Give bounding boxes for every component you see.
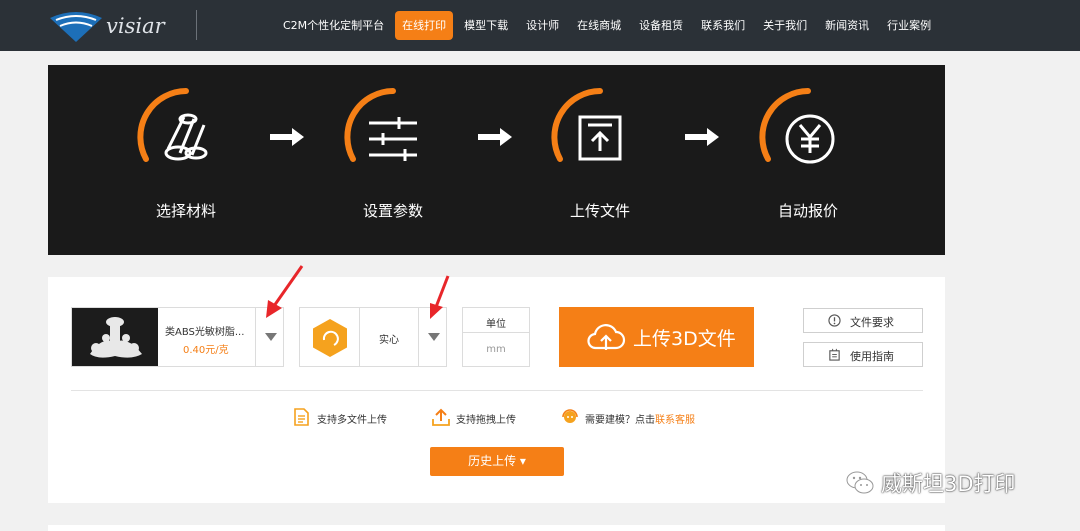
material-name: 类ABS光敏树脂... <box>165 327 245 338</box>
material-thumbnail <box>72 308 158 366</box>
chevron-down-icon <box>265 333 277 341</box>
feature-modeling-label: 需要建模？点击联系客服 <box>585 411 695 426</box>
next-section-edge <box>48 525 945 531</box>
step-label: 设置参数 <box>362 202 423 220</box>
step-label: 自动报价 <box>777 202 838 220</box>
multi-file-icon <box>294 408 309 426</box>
user-guide-button[interactable]: 使用指南 <box>803 342 923 367</box>
step-upload-file: 上传文件 <box>520 65 680 255</box>
file-requirements-label: 文件要求 <box>850 316 894 329</box>
material-selector[interactable]: 类ABS光敏树脂... 0.40元/克 <box>71 307 284 367</box>
yen-icon <box>759 88 835 164</box>
nav-item-contact[interactable]: 联系我们 <box>694 11 752 40</box>
upload-3d-file-button[interactable]: 上传3D文件 <box>559 307 754 367</box>
step-arrow-icon <box>685 128 719 146</box>
guide-icon <box>829 348 840 361</box>
file-requirements-button[interactable]: 文件要求 <box>803 308 923 333</box>
contact-service-link[interactable]: 联系客服 <box>655 415 695 426</box>
step-arrow-icon <box>270 128 304 146</box>
annotation-arrow-icon <box>430 275 450 319</box>
watermark: 威斯坦3D打印 <box>845 466 1016 500</box>
customer-service-icon <box>562 409 578 423</box>
top-navbar: visiar C2M个性化定制平台 在线打印 模型下载 设计师 在线商城 设备租… <box>0 0 1080 51</box>
upload-3d-file-label: 上传3D文件 <box>633 328 736 350</box>
nav-item-designer[interactable]: 设计师 <box>519 11 566 40</box>
info-icon <box>828 314 841 327</box>
cloud-upload-icon <box>587 324 626 350</box>
feature-multi-file-label: 支持多文件上传 <box>317 415 387 426</box>
upload-panel: 类ABS光敏树脂... 0.40元/克 实心 单位 mm 上传3D文件 文件要求… <box>48 277 945 503</box>
unit-field[interactable]: mm <box>463 332 529 366</box>
watermark-text: 威斯坦3D打印 <box>881 472 1016 496</box>
sliders-icon <box>344 88 417 162</box>
feature-drag-upload-label: 支持拖拽上传 <box>456 415 516 426</box>
annotation-arrow-icon <box>266 265 304 318</box>
nav-item-online-print[interactable]: 在线打印 <box>395 11 454 40</box>
nav-item-equipment-rental[interactable]: 设备租赁 <box>632 11 690 40</box>
nav-item-c2m[interactable]: C2M个性化定制平台 <box>276 11 391 40</box>
unit-title: 单位 <box>486 319 506 330</box>
nav-item-about[interactable]: 关于我们 <box>756 11 814 40</box>
unit-selector: 单位 mm <box>462 307 530 367</box>
user-guide-label: 使用指南 <box>850 350 894 363</box>
step-select-material: 选择材料 <box>106 65 266 255</box>
material-price: 0.40元/克 <box>183 345 229 356</box>
step-label: 选择材料 <box>155 202 216 220</box>
brand-logo[interactable]: visiar <box>46 6 186 46</box>
main-nav: C2M个性化定制平台 在线打印 模型下载 设计师 在线商城 设备租赁 联系我们 … <box>276 11 942 40</box>
step-label: 上传文件 <box>569 202 630 220</box>
modeling-prefix: 需要建模？点击 <box>585 415 655 426</box>
fill-hexagon-icon <box>313 319 347 357</box>
drag-upload-icon <box>432 408 450 426</box>
nav-item-online-store[interactable]: 在线商城 <box>570 11 628 40</box>
upload-file-icon <box>551 88 622 162</box>
nav-item-cases[interactable]: 行业案例 <box>880 11 938 40</box>
svg-text:visiar: visiar <box>106 14 167 38</box>
chevron-down-icon <box>428 333 440 341</box>
step-arrow-icon <box>478 128 512 146</box>
nav-item-news[interactable]: 新闻资讯 <box>818 11 876 40</box>
materials-icon <box>137 88 208 162</box>
logo-divider <box>196 10 197 40</box>
step-set-parameters: 设置参数 <box>313 65 473 255</box>
panel-divider <box>71 390 923 391</box>
fill-value: 实心 <box>379 335 399 346</box>
nav-item-model-download[interactable]: 模型下载 <box>457 11 515 40</box>
process-steps-banner: 选择材料 设置参数 上传文件 自动报价 <box>48 65 945 255</box>
wechat-icon <box>846 471 874 494</box>
history-uploads-button[interactable]: 历史上传 ▾ <box>430 447 564 476</box>
step-auto-quote: 自动报价 <box>728 65 888 255</box>
